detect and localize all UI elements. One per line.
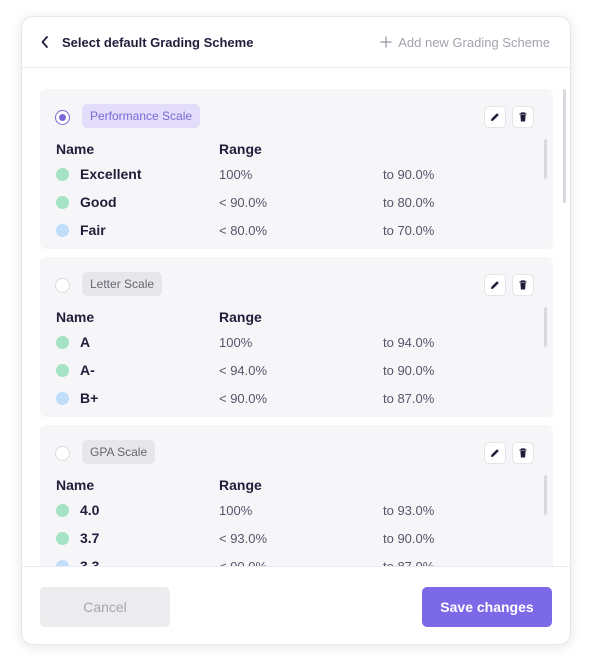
grade-range-from: < 93.0%	[219, 531, 268, 546]
grade-range-from: < 90.0%	[219, 559, 267, 566]
pencil-icon	[491, 113, 499, 121]
grade-range-to: to 87.0%	[383, 391, 435, 406]
scheme-radio[interactable]	[55, 278, 70, 293]
delete-scheme-button[interactable]	[512, 106, 534, 128]
range-column-header: Range	[219, 477, 262, 493]
grade-color-dot	[56, 364, 69, 377]
add-grading-scheme-button[interactable]: Add new Grading Scheme	[380, 35, 550, 50]
grade-name: B+	[80, 390, 99, 406]
grade-color-dot	[56, 336, 69, 349]
scheme-card[interactable]: Performance Scale Name Range Excellent 100% t…	[40, 89, 553, 249]
grade-range-from: < 94.0%	[219, 363, 268, 378]
range-column-header: Range	[219, 309, 262, 325]
pencil-icon	[491, 281, 499, 289]
grade-range-to: to 93.0%	[383, 503, 435, 518]
scheme-card[interactable]: Letter Scale Name Range A 100% to 94.0% A- < 94…	[40, 257, 553, 417]
modal-header: Select default Grading Scheme Add new Gr…	[22, 17, 570, 68]
grade-range-from: < 90.0%	[219, 391, 268, 406]
scheme-list[interactable]: Performance Scale Name Range Excellent 100% t…	[22, 69, 570, 566]
grade-color-dot	[56, 168, 69, 181]
edit-scheme-button[interactable]	[484, 106, 506, 128]
pencil-icon	[491, 449, 499, 457]
name-column-header: Name	[56, 477, 95, 493]
grade-row: A- < 94.0% to 90.0%	[40, 357, 553, 385]
scrollbar-thumb[interactable]	[563, 89, 566, 203]
grade-color-dot	[56, 392, 69, 405]
back-button[interactable]	[40, 32, 54, 52]
grade-row: 3.7 < 93.0% to 90.0%	[40, 525, 553, 553]
grade-range-from: < 90.0%	[219, 195, 268, 210]
grade-range-from: < 80.0%	[219, 223, 268, 238]
delete-scheme-button[interactable]	[512, 442, 534, 464]
grade-name: A	[80, 334, 91, 350]
save-changes-button[interactable]: Save changes	[422, 587, 552, 627]
edit-scheme-button[interactable]	[484, 442, 506, 464]
grade-range-from: 100%	[219, 335, 253, 350]
grade-range-from: 100%	[219, 503, 253, 518]
grade-name: 4.0	[80, 502, 100, 518]
trash-icon	[519, 448, 527, 458]
grade-range-to: to 80.0%	[383, 195, 435, 210]
scheme-card[interactable]: GPA Scale Name Range 4.0 100% to 93.0% 3.7 < 93…	[40, 425, 553, 566]
grade-name: 3.3	[80, 558, 100, 566]
name-column-header: Name	[56, 309, 95, 325]
plus-icon	[380, 36, 392, 48]
grade-name: Good	[80, 194, 117, 210]
trash-icon	[519, 280, 527, 290]
grade-name: Excellent	[80, 166, 142, 182]
scheme-radio[interactable]	[55, 110, 70, 125]
modal-title: Select default Grading Scheme	[62, 34, 254, 50]
grade-row: Good < 90.0% to 80.0%	[40, 189, 553, 217]
grade-range-from: 100%	[219, 167, 253, 182]
modal-footer: Cancel Save changes	[22, 566, 570, 644]
grade-row: 4.0 100% to 93.0%	[40, 497, 553, 525]
grade-row: 3.3 < 90.0% to 87.0%	[40, 553, 553, 566]
grade-row: Fair < 80.0% to 70.0%	[40, 217, 553, 245]
range-column-header: Range	[219, 141, 262, 157]
grade-color-dot	[56, 224, 69, 237]
grading-scheme-modal: Select default Grading Scheme Add new Gr…	[21, 16, 571, 645]
grade-range-to: to 90.0%	[383, 167, 435, 182]
grade-name: Fair	[80, 222, 106, 238]
chevron-left-icon	[41, 36, 48, 48]
grade-row: B+ < 90.0% to 87.0%	[40, 385, 553, 413]
edit-scheme-button[interactable]	[484, 274, 506, 296]
grade-range-to: to 87.0%	[383, 559, 434, 566]
grade-range-to: to 90.0%	[383, 531, 435, 546]
add-grading-scheme-label: Add new Grading Scheme	[398, 34, 550, 50]
grade-row: A 100% to 94.0%	[40, 329, 553, 357]
grade-range-to: to 70.0%	[383, 223, 435, 238]
scheme-name-tag: Performance Scale	[82, 104, 201, 128]
cancel-button[interactable]: Cancel	[40, 587, 170, 627]
grade-color-dot	[56, 532, 69, 545]
delete-scheme-button[interactable]	[512, 274, 534, 296]
scheme-name-tag: Letter Scale	[82, 272, 163, 296]
grade-color-dot	[56, 196, 69, 209]
grade-name: 3.7	[80, 530, 100, 546]
grade-name: A-	[80, 362, 95, 378]
scheme-name-tag: GPA Scale	[82, 440, 156, 464]
scheme-radio[interactable]	[55, 446, 70, 461]
grade-row: Excellent 100% to 90.0%	[40, 161, 553, 189]
grade-range-to: to 90.0%	[383, 363, 435, 378]
trash-icon	[519, 112, 527, 122]
grade-color-dot	[56, 504, 69, 517]
grade-range-to: to 94.0%	[383, 335, 435, 350]
name-column-header: Name	[56, 141, 95, 157]
